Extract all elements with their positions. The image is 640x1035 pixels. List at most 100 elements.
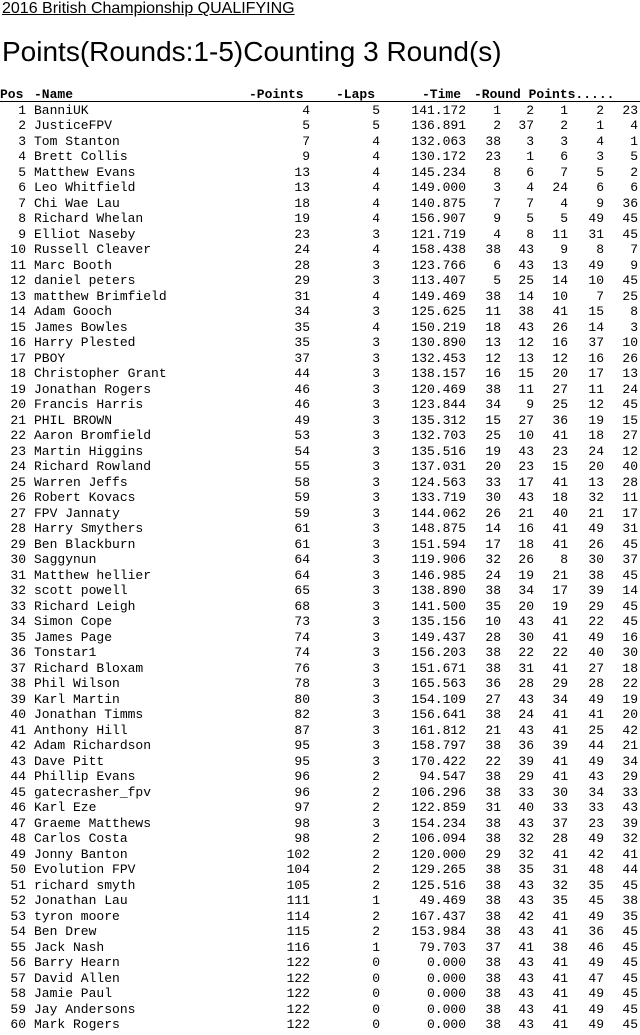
- row-name: Dave Pitt: [34, 753, 105, 769]
- row-round-4: 5: [596, 164, 604, 180]
- row-time: 132.063: [411, 133, 466, 149]
- row-round-3: 22: [552, 645, 568, 660]
- row-pos: 18: [10, 366, 26, 381]
- row-round-5: 2: [630, 164, 638, 180]
- row-round-1: 23: [485, 149, 501, 164]
- row-time: 132.453: [411, 350, 466, 366]
- row-pos: 28: [10, 521, 26, 536]
- row-laps: 2: [372, 769, 380, 784]
- row-round-2: 4: [526, 180, 534, 195]
- row-laps: 3: [372, 490, 380, 505]
- row-points: 105: [286, 877, 310, 893]
- row-points: 115: [286, 924, 310, 939]
- row-name: Francis Harris: [34, 397, 144, 412]
- row-round-2: 13: [518, 350, 534, 366]
- row-laps: 3: [372, 381, 380, 397]
- table-row: 47 Graeme Matthews 98 3 154.234 38 43 37 23 39: [0, 816, 640, 832]
- row-round-5: 26: [622, 350, 638, 366]
- row-round-4: 42: [588, 846, 604, 862]
- row-round-5: 23: [622, 102, 638, 118]
- row-points: 87: [294, 722, 310, 738]
- row-round-4: 12: [588, 397, 604, 412]
- row-laps: 4: [372, 149, 380, 164]
- row-points: 98: [294, 831, 310, 846]
- row-name: Karl Eze: [34, 800, 97, 815]
- row-round-3: 41: [552, 924, 568, 939]
- results-table: Pos -Name -Points -Laps -Time -Round Poi…: [0, 87, 640, 1033]
- row-name: Phil Wilson: [34, 676, 120, 691]
- row-name: Carlos Costa: [34, 831, 128, 846]
- row-pos: 56: [10, 955, 26, 970]
- table-row: 43 Dave Pitt 95 3 170.422 22 39 41 49 34: [0, 754, 640, 770]
- row-pos: 13: [10, 288, 26, 304]
- row-round-4: 2: [596, 102, 604, 118]
- row-pos: 10: [10, 242, 26, 257]
- row-pos: 50: [10, 862, 26, 877]
- row-round-5: 45: [622, 598, 638, 614]
- row-round-2: 43: [518, 815, 534, 831]
- row-round-5: 25: [622, 288, 638, 304]
- row-round-4: 28: [588, 676, 604, 691]
- row-name: Christopher Grant: [34, 366, 167, 381]
- row-time: 137.031: [411, 459, 466, 474]
- table-row: 1 BanniUK 4 5 141.172 1 2 1 2 23: [0, 103, 640, 119]
- table-row: 35 James Page 74 3 149.437 28 30 41 49 16: [0, 630, 640, 646]
- row-round-2: 43: [518, 691, 534, 707]
- row-laps: 3: [372, 350, 380, 366]
- row-round-4: 8: [596, 242, 604, 257]
- row-points: 80: [294, 691, 310, 707]
- row-round-3: 41: [552, 707, 568, 722]
- row-time: 125.516: [411, 877, 466, 893]
- row-time: 144.062: [411, 505, 466, 521]
- row-name: Richard Leigh: [34, 598, 136, 614]
- row-round-2: 7: [526, 195, 534, 211]
- row-laps: 0: [372, 955, 380, 970]
- row-time: 133.719: [411, 490, 466, 505]
- table-row: 39 Karl Martin 80 3 154.109 27 43 34 49 19: [0, 692, 640, 708]
- row-round-3: 12: [552, 350, 568, 366]
- row-pos: 7: [18, 195, 26, 211]
- row-points: 34: [294, 304, 310, 319]
- row-time: 0.000: [426, 1001, 466, 1017]
- row-laps: 4: [372, 242, 380, 257]
- row-time: 151.594: [411, 536, 466, 552]
- row-round-1: 30: [485, 490, 501, 505]
- row-round-1: 38: [485, 784, 501, 800]
- row-pos: 29: [10, 536, 26, 552]
- row-round-4: 13: [588, 474, 604, 490]
- row-round-5: 45: [622, 614, 638, 629]
- table-row: 37 Richard Bloxam 76 3 151.671 38 31 41 27 18: [0, 661, 640, 677]
- row-name: scott powell: [34, 583, 128, 598]
- row-round-4: 15: [588, 304, 604, 319]
- row-time: 161.812: [411, 722, 466, 738]
- row-laps: 3: [372, 738, 380, 753]
- row-round-4: 39: [588, 583, 604, 598]
- row-round-2: 11: [518, 381, 534, 397]
- row-round-1: 26: [485, 505, 501, 521]
- row-points: 111: [286, 893, 310, 908]
- row-pos: 27: [10, 505, 26, 521]
- row-round-5: 34: [622, 753, 638, 769]
- row-round-4: 36: [588, 924, 604, 939]
- row-round-1: 38: [485, 660, 501, 676]
- row-time: 156.641: [411, 707, 466, 722]
- row-round-2: 18: [518, 536, 534, 552]
- row-time: 130.890: [411, 335, 466, 350]
- row-round-3: 41: [552, 753, 568, 769]
- row-pos: 57: [10, 970, 26, 986]
- row-round-3: 41: [552, 846, 568, 862]
- row-round-2: 33: [518, 784, 534, 800]
- row-name: Richard Rowland: [34, 459, 152, 474]
- row-round-5: 45: [622, 877, 638, 893]
- row-laps: 3: [372, 428, 380, 443]
- row-pos: 36: [10, 645, 26, 660]
- row-points: 73: [294, 614, 310, 629]
- row-points: 9: [302, 149, 310, 164]
- row-round-3: 14: [552, 273, 568, 288]
- row-pos: 48: [10, 831, 26, 846]
- table-row: 17 PBOY 37 3 132.453 12 13 12 16 26: [0, 351, 640, 367]
- row-pos: 41: [10, 722, 26, 738]
- row-pos: 21: [10, 412, 26, 428]
- row-name: Jay Andersons: [34, 1001, 136, 1017]
- row-round-5: 11: [622, 490, 638, 505]
